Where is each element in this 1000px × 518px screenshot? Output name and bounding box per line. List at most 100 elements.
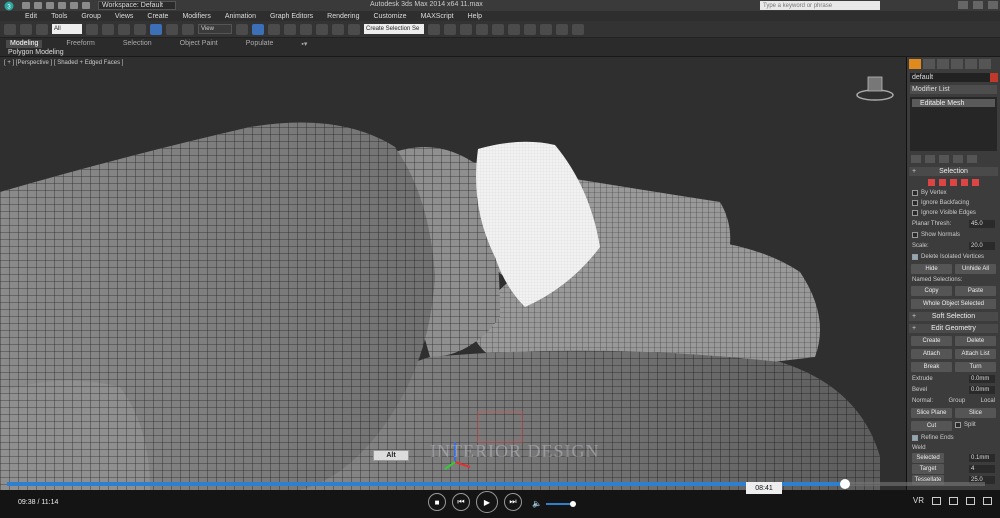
edit-named-selection-icon[interactable]: [348, 23, 360, 35]
break-button[interactable]: Break: [911, 362, 952, 372]
menu-views[interactable]: Views: [115, 13, 134, 20]
keyboard-shortcut-icon[interactable]: [268, 23, 280, 35]
scale-icon[interactable]: [182, 23, 194, 35]
create-button[interactable]: Create: [911, 336, 952, 346]
volume-slider[interactable]: [545, 500, 576, 507]
display-tab-icon[interactable]: [965, 59, 977, 69]
weld-selected-value[interactable]: 0.1mm: [969, 454, 995, 462]
open-file-icon[interactable]: [34, 2, 42, 9]
weld-target-value[interactable]: 4: [969, 465, 995, 473]
hierarchy-tab-icon[interactable]: [937, 59, 949, 69]
planar-thresh-value[interactable]: 45.0: [969, 220, 995, 228]
graphite-toolbar-icon[interactable]: [476, 23, 488, 35]
move-icon[interactable]: [150, 23, 162, 35]
scale-spinner[interactable]: Scale: 20.0: [912, 242, 995, 250]
menu-group[interactable]: Group: [81, 13, 100, 20]
motion-tab-icon[interactable]: [951, 59, 963, 69]
spinner-snap-icon[interactable]: [332, 23, 344, 35]
rotate-icon[interactable]: [166, 23, 178, 35]
menu-modifiers[interactable]: Modifiers: [182, 13, 210, 20]
viewcube-icon[interactable]: [856, 76, 894, 101]
curve-editor-icon[interactable]: [492, 23, 504, 35]
delete-button[interactable]: Delete: [955, 336, 996, 346]
material-editor-icon[interactable]: [524, 23, 536, 35]
manipulate-icon[interactable]: [252, 23, 264, 35]
weld-target-button[interactable]: Target: [912, 464, 944, 474]
app-logo-icon[interactable]: 3: [2, 0, 16, 11]
object-name-field[interactable]: default: [910, 73, 998, 82]
new-file-icon[interactable]: [22, 2, 30, 9]
modify-tab-icon[interactable]: [923, 59, 935, 69]
render-production-icon[interactable]: [572, 23, 584, 35]
speaker-icon[interactable]: 🔈: [532, 499, 542, 508]
unlink-icon[interactable]: [20, 23, 32, 35]
configure-modifier-sets-icon[interactable]: [967, 155, 977, 163]
bevel-spinner[interactable]: Bevel 0.0mm: [912, 386, 995, 394]
element-level-icon[interactable]: [972, 179, 979, 186]
menu-maxscript[interactable]: MAXScript: [421, 13, 454, 20]
maximize-icon[interactable]: [973, 1, 983, 9]
planar-thresh-spinner[interactable]: Planar Thresh: 45.0: [912, 220, 995, 228]
create-tab-icon[interactable]: [909, 59, 921, 69]
slice-button[interactable]: Slice: [955, 408, 996, 418]
weld-selected-button[interactable]: Selected: [912, 453, 944, 463]
percent-snap-icon[interactable]: [316, 23, 328, 35]
paste-button[interactable]: Paste: [955, 286, 996, 296]
refine-ends-checkbox[interactable]: Refine Ends: [912, 434, 995, 442]
stop-button[interactable]: ■: [428, 493, 446, 511]
next-button[interactable]: ⏭: [504, 493, 522, 511]
delete-isolated-checkbox[interactable]: Delete Isolated Vertices: [912, 253, 995, 261]
rectangle-selection-icon[interactable]: [118, 23, 130, 35]
pin-stack-icon[interactable]: [911, 155, 921, 163]
cut-button[interactable]: Cut: [911, 421, 952, 431]
close-icon[interactable]: [988, 1, 998, 9]
copy-button[interactable]: Copy: [911, 286, 952, 296]
play-button[interactable]: ▶: [476, 491, 498, 513]
fullscreen-icon[interactable]: [983, 496, 992, 505]
search-input[interactable]: Type a keyword or phrase: [760, 1, 880, 10]
weld-selected-spinner[interactable]: Selected 0.1mm: [912, 453, 995, 463]
weld-target-spinner[interactable]: Target 4: [912, 464, 995, 474]
menu-animation[interactable]: Animation: [225, 13, 256, 20]
extrude-value[interactable]: 0.0mm: [969, 375, 995, 383]
vertex-level-icon[interactable]: [928, 179, 935, 186]
menu-create[interactable]: Create: [147, 13, 168, 20]
tab-modeling[interactable]: Modeling: [6, 40, 43, 48]
bind-space-warp-icon[interactable]: [36, 23, 48, 35]
render-setup-icon[interactable]: [540, 23, 552, 35]
ignore-visible-edges-checkbox[interactable]: Ignore Visible Edges: [912, 209, 995, 217]
selection-rollout[interactable]: Selection: [909, 167, 998, 176]
viewport-label[interactable]: [ + ] [Perspective ] [ Shaded + Edged Fa…: [4, 60, 123, 66]
perspective-viewport[interactable]: [ + ] [Perspective ] [ Shaded + Edged Fa…: [0, 57, 907, 490]
utilities-tab-icon[interactable]: [979, 59, 991, 69]
window-crossing-icon[interactable]: [134, 23, 146, 35]
pivot-center-icon[interactable]: [236, 23, 248, 35]
undo-icon[interactable]: [58, 2, 66, 9]
remove-modifier-icon[interactable]: [953, 155, 963, 163]
edit-geometry-rollout[interactable]: Edit Geometry: [909, 324, 998, 333]
menu-rendering[interactable]: Rendering: [327, 13, 359, 20]
vr-label[interactable]: VR: [913, 496, 924, 505]
minimize-icon[interactable]: [958, 1, 968, 9]
object-color-swatch[interactable]: [990, 73, 998, 82]
bevel-value[interactable]: 0.0mm: [969, 386, 995, 394]
local-radio[interactable]: Local: [981, 398, 995, 404]
save-file-icon[interactable]: [46, 2, 54, 9]
split-checkbox[interactable]: Split: [955, 421, 996, 429]
angle-snap-icon[interactable]: [300, 23, 312, 35]
modifier-list-dropdown[interactable]: Modifier List: [910, 85, 997, 94]
reference-coordinate-dropdown[interactable]: View: [198, 24, 232, 34]
attach-button[interactable]: Attach: [911, 349, 952, 359]
menu-tools[interactable]: Tools: [51, 13, 67, 20]
make-unique-icon[interactable]: [939, 155, 949, 163]
previous-button[interactable]: ⏮: [452, 493, 470, 511]
menu-customize[interactable]: Customize: [373, 13, 406, 20]
by-vertex-checkbox[interactable]: By Vertex: [912, 189, 995, 197]
select-link-icon[interactable]: [4, 23, 16, 35]
pip-icon[interactable]: [966, 496, 975, 505]
tab-populate[interactable]: Populate: [242, 40, 278, 48]
scale-value[interactable]: 20.0: [969, 242, 995, 250]
project-folder-icon[interactable]: [82, 2, 90, 9]
mirror-icon[interactable]: [428, 23, 440, 35]
extrude-spinner[interactable]: Extrude 0.0mm: [912, 375, 995, 383]
